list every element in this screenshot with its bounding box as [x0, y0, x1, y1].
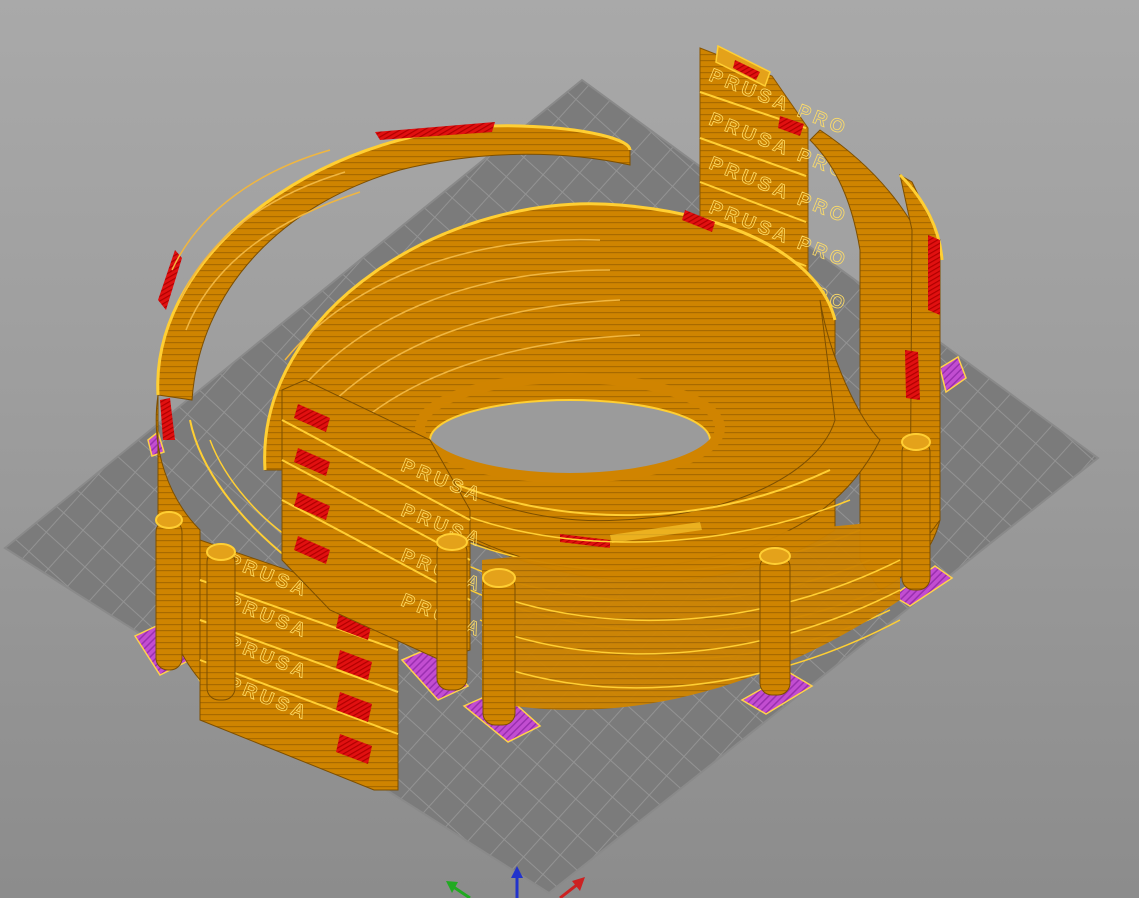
pillar	[901, 439, 931, 591]
pillar	[155, 519, 183, 671]
3d-preview-viewport[interactable]: PRUSA PRO PRUSA PRO PRUSA PRO PRUSA PRO …	[0, 0, 1139, 898]
pillar	[206, 549, 236, 701]
pillar	[436, 539, 468, 691]
pillar	[482, 574, 516, 726]
3d-scene[interactable]: PRUSA PRO PRUSA PRO PRUSA PRO PRUSA PRO …	[0, 0, 1139, 898]
pillar	[759, 554, 791, 696]
